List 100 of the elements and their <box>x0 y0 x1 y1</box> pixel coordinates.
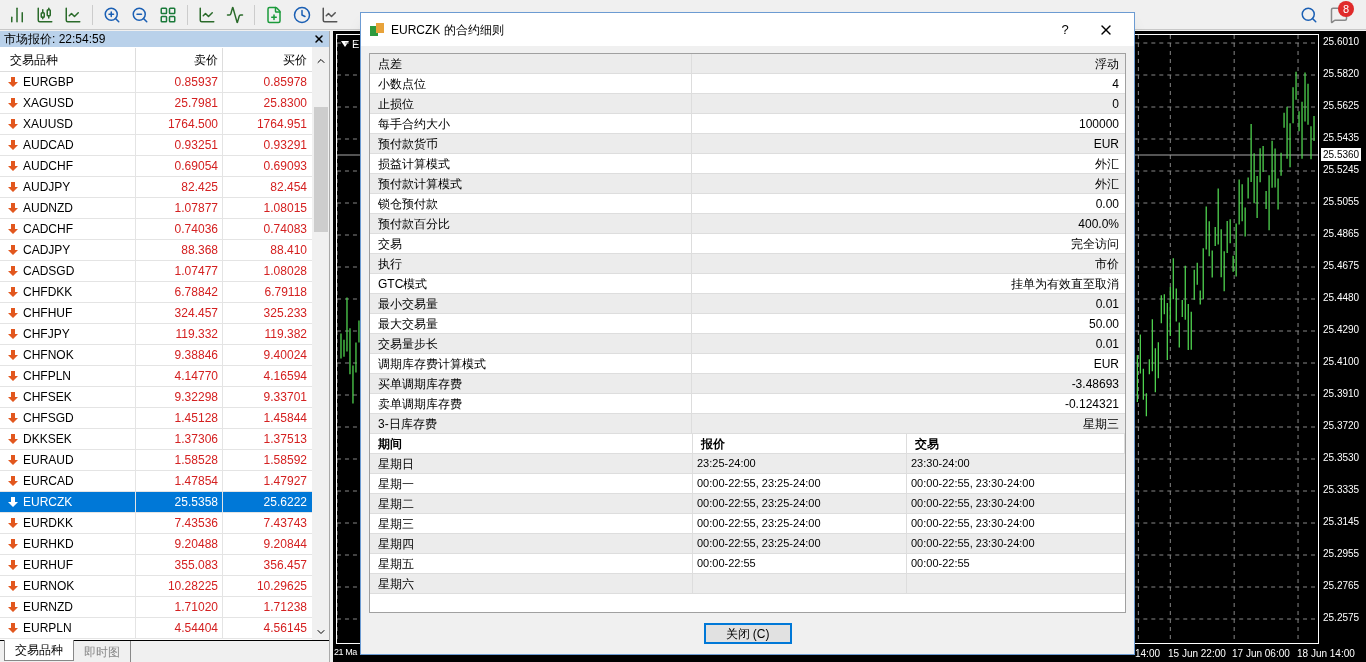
spec-label: 小数点位 <box>370 74 692 93</box>
session-day: 星期一 <box>370 474 693 493</box>
symbol-row[interactable]: EURNOK 10.28225 10.29625 <box>0 576 312 597</box>
price-label: 25.3530 <box>1323 451 1361 465</box>
bid-price: 1.37306 <box>136 429 223 449</box>
symbol-row[interactable]: EURGBP 0.85937 0.85978 <box>0 72 312 93</box>
down-arrow-icon <box>8 98 18 108</box>
symbol-row[interactable]: AUDCHF 0.69054 0.69093 <box>0 156 312 177</box>
symbol-name: CHFDKK <box>23 284 73 301</box>
bid-price: 1.45128 <box>136 408 223 428</box>
symbol-row[interactable]: CHFJPY 119.332 119.382 <box>0 324 312 345</box>
symbol-row[interactable]: XAGUSD 25.7981 25.8300 <box>0 93 312 114</box>
symbol-row[interactable]: AUDCAD 0.93251 0.93291 <box>0 135 312 156</box>
price-label: 25.4675 <box>1323 259 1361 273</box>
down-arrow-icon <box>8 371 18 381</box>
bid-price: 4.14770 <box>136 366 223 386</box>
spec-label: 每手合约大小 <box>370 114 692 133</box>
down-arrow-icon <box>8 329 18 339</box>
symbol-name: EURGBP <box>23 74 74 91</box>
spec-value: 浮动 <box>1094 55 1120 73</box>
down-arrow-icon <box>8 518 18 528</box>
symbol-row[interactable]: EURPLN 4.54404 4.56145 <box>0 618 312 639</box>
ask-price: 1.47927 <box>262 473 308 490</box>
spec-label: 点差 <box>370 54 692 73</box>
symbol-row[interactable]: EURCZK 25.5358 25.6222 <box>0 492 312 513</box>
symbol-row[interactable]: CHFHUF 324.457 325.233 <box>0 303 312 324</box>
down-arrow-icon <box>8 434 18 444</box>
symbol-name: EURHUF <box>23 557 73 574</box>
spec-value: 0 <box>1111 95 1120 113</box>
symbol-name: EURDKK <box>23 515 73 532</box>
session-column-header: 交易 <box>907 434 1125 453</box>
down-arrow-icon <box>8 119 18 129</box>
quote-hours: 00:00-22:55 <box>697 556 756 572</box>
bid-price: 88.368 <box>136 240 223 260</box>
ask-price: 1.58592 <box>262 452 308 469</box>
down-arrow-icon <box>8 623 18 633</box>
symbol-row[interactable]: CHFNOK 9.38846 9.40024 <box>0 345 312 366</box>
bid-price: 1.58528 <box>136 450 223 470</box>
down-arrow-icon <box>8 161 18 171</box>
down-arrow-icon <box>8 539 18 549</box>
dropdown-arrow-icon[interactable] <box>341 41 349 48</box>
trade-hours: 00:00-22:55, 23:30-24:00 <box>911 536 1035 552</box>
price-label: 25.3720 <box>1323 419 1361 433</box>
ask-price: 119.382 <box>263 326 308 343</box>
symbol-row[interactable]: CADSGD 1.07477 1.08028 <box>0 261 312 282</box>
ask-price: 0.74083 <box>262 221 308 238</box>
symbol-row[interactable]: CHFSGD 1.45128 1.45844 <box>0 408 312 429</box>
symbol-row[interactable]: EURAUD 1.58528 1.58592 <box>0 450 312 471</box>
close-icon[interactable] <box>313 33 325 45</box>
symbol-row[interactable]: EURCAD 1.47854 1.47927 <box>0 471 312 492</box>
price-label: 25.2575 <box>1323 611 1361 625</box>
bid-price: 9.32298 <box>136 387 223 407</box>
app-icon <box>369 21 385 38</box>
ask-price: 25.8300 <box>262 95 308 112</box>
symbol-row[interactable]: EURDKK 7.43536 7.43743 <box>0 513 312 534</box>
column-header[interactable]: 买价 <box>223 48 311 71</box>
symbol-row[interactable]: AUDJPY 82.425 82.454 <box>0 177 312 198</box>
ask-price: 4.16594 <box>262 368 308 385</box>
symbol-row[interactable]: XAUUSD 1764.500 1764.951 <box>0 114 312 135</box>
price-label: 25.5055 <box>1323 195 1361 209</box>
scrollbar[interactable] <box>312 47 329 640</box>
symbol-row[interactable]: EURHKD 9.20488 9.20844 <box>0 534 312 555</box>
column-header[interactable]: 卖价 <box>136 48 223 71</box>
session-day: 星期二 <box>370 494 693 513</box>
symbol-name: EURCZK <box>23 494 73 511</box>
down-arrow-icon <box>8 182 18 192</box>
spec-label: GTC模式 <box>370 274 692 293</box>
symbol-row[interactable]: CHFDKK 6.78842 6.79118 <box>0 282 312 303</box>
close-dialog-button[interactable]: 关闭 (C) <box>703 623 792 644</box>
spec-value: -3.48693 <box>1070 375 1120 393</box>
symbol-row[interactable]: CADCHF 0.74036 0.74083 <box>0 219 312 240</box>
spec-label: 止损位 <box>370 94 692 113</box>
symbol-name: CADJPY <box>23 242 71 259</box>
symbol-row[interactable]: CHFPLN 4.14770 4.16594 <box>0 366 312 387</box>
bid-price: 355.083 <box>136 555 223 575</box>
down-arrow-icon <box>8 581 18 591</box>
symbol-name: EURAUD <box>23 452 74 469</box>
chat-icon[interactable] <box>1330 5 1348 24</box>
ask-price: 25.6222 <box>262 494 308 511</box>
quote-hours: 00:00-22:55, 23:25-24:00 <box>697 536 821 552</box>
down-arrow-icon <box>8 392 18 402</box>
symbol-row[interactable]: CHFSEK 9.32298 9.33701 <box>0 387 312 408</box>
symbol-row[interactable]: EURNZD 1.71020 1.71238 <box>0 597 312 618</box>
scroll-thumb[interactable] <box>313 107 328 232</box>
time-label: 18 Jun 14:00 <box>1297 647 1355 661</box>
ask-price: 9.33701 <box>262 389 308 406</box>
panel-tab[interactable]: 交易品种 <box>4 640 74 661</box>
symbol-row[interactable]: EURHUF 355.083 356.457 <box>0 555 312 576</box>
spec-label: 执行 <box>370 254 692 273</box>
symbol-row[interactable]: DKKSEK 1.37306 1.37513 <box>0 429 312 450</box>
column-header[interactable]: 交易品种 <box>0 48 136 71</box>
bid-price: 10.28225 <box>136 576 223 596</box>
quote-hours: 23:25-24:00 <box>697 456 756 472</box>
down-arrow-icon <box>8 140 18 150</box>
symbol-row[interactable]: AUDNZD 1.07877 1.08015 <box>0 198 312 219</box>
bid-price: 0.69054 <box>136 156 223 176</box>
symbol-name: CHFSGD <box>23 410 74 427</box>
help-button[interactable]: ? <box>1050 19 1080 40</box>
session-column-header: 期间 <box>370 434 693 453</box>
symbol-row[interactable]: CADJPY 88.368 88.410 <box>0 240 312 261</box>
